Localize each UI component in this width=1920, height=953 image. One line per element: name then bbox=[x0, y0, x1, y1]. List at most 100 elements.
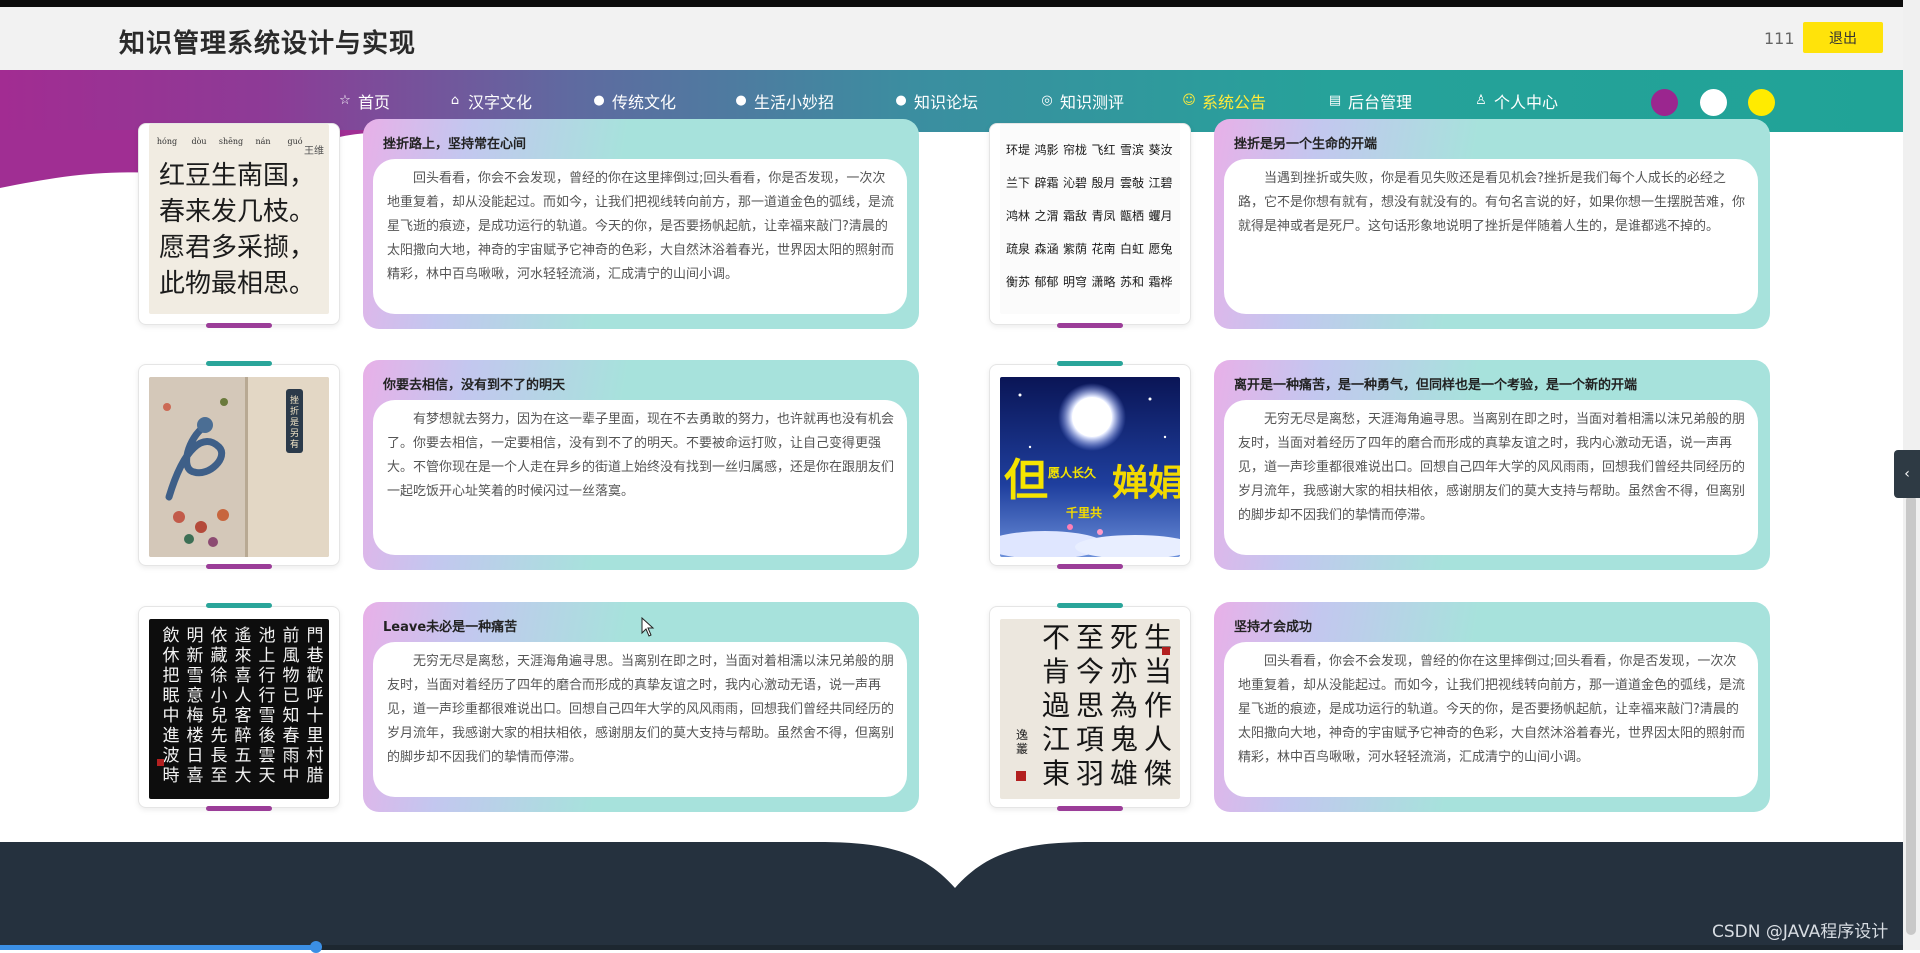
calligraphy-char: 喜 bbox=[235, 666, 252, 686]
site-header: 知识管理系统设计与实现 111 退出 bbox=[0, 7, 1903, 70]
nav-item-label: 传统文化 bbox=[612, 93, 677, 112]
poem-red-beans-image: hóng dòu shēng nán guó 王维 红豆生南国， 春来发几枝。 愿君多采撷， 此物… bbox=[149, 124, 329, 314]
calligraphy-char: 雄 bbox=[1110, 757, 1138, 790]
poem-line: 此物最相思。 bbox=[159, 269, 315, 299]
poem-pinyin: hóng bbox=[157, 137, 177, 146]
nav-item[interactable]: ● 传统文化 bbox=[592, 89, 734, 113]
item-thumbnail[interactable]: 挫折是另有 bbox=[138, 361, 340, 569]
nav-item-icon: ☆ bbox=[339, 93, 351, 108]
item-card[interactable]: 你要去相信，没有到不了的明天 有梦想就去努力，因为在这一辈子里面，现在不去勇敢的… bbox=[363, 360, 919, 570]
bottom-progress-knob[interactable] bbox=[310, 941, 322, 953]
item-title[interactable]: 你要去相信，没有到不了的明天 bbox=[383, 374, 565, 393]
nav-item[interactable]: ● 生活小妙招 bbox=[734, 89, 894, 113]
item-thumbnail[interactable]: 但愿人长久 千里共婵娟 bbox=[989, 361, 1191, 569]
calligraphy-char: 鬼 bbox=[1110, 723, 1138, 756]
calligraphy-char: 兒 bbox=[211, 706, 228, 726]
nav-item[interactable]: ⌂ 汉字文化 bbox=[448, 89, 592, 113]
calligraphy-char: 已 bbox=[283, 686, 300, 706]
calligraphy-char: 先 bbox=[211, 726, 228, 746]
username-label[interactable]: 111 bbox=[1764, 29, 1795, 48]
item-title[interactable]: 坚持才会成功 bbox=[1234, 616, 1312, 635]
thumb-tab-top bbox=[206, 603, 272, 608]
nav-item[interactable]: ☆ 首页 bbox=[338, 89, 448, 113]
calligraphy-char: 呼 bbox=[307, 686, 324, 706]
poem-grid-cell: 飞红 bbox=[1091, 142, 1115, 157]
item-thumbnail[interactable]: 环堤 鸿影 帘栊 飞红 雪滨 葵汝 兰下 辟霜 沁碧 殷月 雲敧 江碧 鸿林 之渭 霜敌 青凤 甑栖 蠼月 疏泉 森涵… bbox=[989, 123, 1191, 328]
poem-grid-cell: 花南 bbox=[1091, 241, 1115, 256]
item-card[interactable]: 挫折路上，坚持常在心间 回头看看，你会不会发现，曾经的你在这里摔倒过;回头看看，… bbox=[363, 119, 919, 329]
calligraphy-char: 進 bbox=[163, 726, 180, 746]
nav-item[interactable]: ☺ 系统公告 bbox=[1182, 89, 1328, 113]
poem-grid-cell: 沁碧 bbox=[1063, 176, 1087, 190]
nav-item[interactable]: ♙ 个人中心 bbox=[1474, 89, 1584, 113]
poem-grid-cell: 白虹 bbox=[1120, 241, 1144, 256]
calligraphy-char: 遙 bbox=[235, 626, 252, 646]
logout-button[interactable]: 退出 bbox=[1803, 22, 1883, 53]
nav-item[interactable]: ● 知识论坛 bbox=[894, 89, 1040, 113]
item-thumbnail[interactable]: hóng dòu shēng nán guó 王维 红豆生南国， 春来发几枝。 愿君多采撷， 此物… bbox=[138, 123, 340, 328]
calligraphy-char: 肯 bbox=[1042, 655, 1070, 688]
calligraphy-char: 後 bbox=[259, 726, 276, 746]
nav-item-label: 汉字文化 bbox=[468, 93, 533, 112]
calligraphy-char: 客 bbox=[235, 706, 252, 726]
window-top-strip bbox=[0, 0, 1920, 7]
nav-item-icon: ● bbox=[735, 93, 747, 108]
theme-dot-yellow[interactable] bbox=[1748, 89, 1775, 116]
calligraphy-char: 為 bbox=[1110, 689, 1138, 722]
item-title[interactable]: 挫折是另一个生命的开端 bbox=[1234, 133, 1377, 152]
calligraphy-char: 羽 bbox=[1076, 757, 1104, 790]
calligraphy-char: 至 bbox=[211, 766, 228, 786]
nav-item-label: 知识论坛 bbox=[914, 93, 979, 112]
poem-grid-cell: 霜桦 bbox=[1148, 274, 1172, 289]
item-card[interactable]: 挫折是另一个生命的开端 当遇到挫折或失败，你是看见失败还是看见机会?挫折是我们每… bbox=[1214, 119, 1770, 329]
nav-item[interactable]: ◎ 知识测评 bbox=[1040, 89, 1182, 113]
poem-grid-cell: 蠼月 bbox=[1148, 209, 1172, 223]
calligraphy-char: 天 bbox=[259, 766, 276, 786]
poem-grid-cell: 葵汝 bbox=[1148, 143, 1172, 157]
calligraphy-char: 知 bbox=[283, 706, 300, 726]
calligraphy-signature: 逸 bbox=[1016, 728, 1028, 742]
calligraphy-signature: 叢 bbox=[1016, 742, 1028, 756]
calligraphy-char: 物 bbox=[283, 666, 300, 686]
mouse-cursor-icon bbox=[641, 617, 655, 637]
calligraphy-char: 明 bbox=[187, 626, 204, 646]
poem-grid-cell: 青凤 bbox=[1091, 209, 1115, 223]
calligraphy-char: 今 bbox=[1076, 655, 1104, 688]
item-title[interactable]: 离开是一种痛苦，是一种勇气，但同样也是一个考验，是一个新的开端 bbox=[1234, 374, 1637, 393]
item-thumbnail[interactable]: 生当作人傑死亦為鬼雄至今思項羽不肯過江東逸叢 bbox=[989, 603, 1191, 811]
nav-item-label: 系统公告 bbox=[1202, 93, 1267, 112]
item-text: 有梦想就去努力，因为在这一辈子里面，现在不去勇敢的努力，也许就再也没有机会了。你… bbox=[387, 412, 895, 499]
calligraphy-char: 当 bbox=[1144, 655, 1172, 688]
seal-stamp bbox=[1162, 647, 1170, 655]
thumb-tab-top bbox=[1057, 361, 1123, 366]
calligraphy-char: 傑 bbox=[1144, 757, 1172, 790]
poem-grid-cell: 甑栖 bbox=[1120, 208, 1144, 223]
item-body: 回头看看，你会不会发现，曾经的你在这里摔倒过;回头看看，你是否发现，一次次地重复… bbox=[1224, 642, 1758, 797]
item-thumbnail[interactable]: 門巷歡呼十里村腊前風物已知春雨中池上行行雪後雲天遙來喜人客醉五大依藏徐小兒先長至… bbox=[138, 603, 340, 811]
seal-stamp bbox=[157, 759, 164, 766]
thumb-tab-top bbox=[206, 361, 272, 366]
thumb-tab-bottom bbox=[1057, 323, 1123, 328]
scrollbar-thumb[interactable] bbox=[1906, 495, 1916, 935]
nav-item[interactable]: ▤ 后台管理 bbox=[1328, 89, 1474, 113]
nav-item-label: 个人中心 bbox=[1494, 93, 1559, 112]
nav-item-label: 知识测评 bbox=[1060, 93, 1125, 112]
item-card[interactable]: 坚持才会成功 回头看看，你会不会发现，曾经的你在这里摔倒过;回头看看，你是否发现… bbox=[1214, 602, 1770, 812]
nav-item-label: 首页 bbox=[358, 93, 391, 112]
poem-grid-cell: 帘栊 bbox=[1063, 142, 1087, 157]
item-title[interactable]: 挫折路上，坚持常在心间 bbox=[383, 133, 526, 152]
item-text: 回头看看，你会不会发现，曾经的你在这里摔倒过;回头看看，你是否发现，一次次地重复… bbox=[1238, 654, 1746, 765]
theme-dot-purple[interactable] bbox=[1651, 89, 1678, 116]
item-card[interactable]: 离开是一种痛苦，是一种勇气，但同样也是一个考验，是一个新的开端 无穷无尽是离愁，… bbox=[1214, 360, 1770, 570]
nav-item-icon: ♙ bbox=[1475, 93, 1487, 108]
item-title[interactable]: Leave未必是一种痛苦 bbox=[383, 616, 517, 635]
calligraphy-char: 雲 bbox=[259, 746, 276, 766]
calligraphy-char: 雪 bbox=[187, 666, 204, 686]
nav-item-icon: ▤ bbox=[1328, 93, 1342, 108]
calligraphy-char: 藏 bbox=[211, 646, 228, 666]
side-collapse-tab[interactable]: ‹ bbox=[1894, 450, 1920, 498]
poem-grid-cell: 苏和 bbox=[1120, 275, 1144, 289]
theme-dot-white[interactable] bbox=[1700, 89, 1727, 116]
poem-grid-cell: 紫荫 bbox=[1063, 242, 1087, 256]
calligraphy-char: 春 bbox=[283, 726, 300, 746]
